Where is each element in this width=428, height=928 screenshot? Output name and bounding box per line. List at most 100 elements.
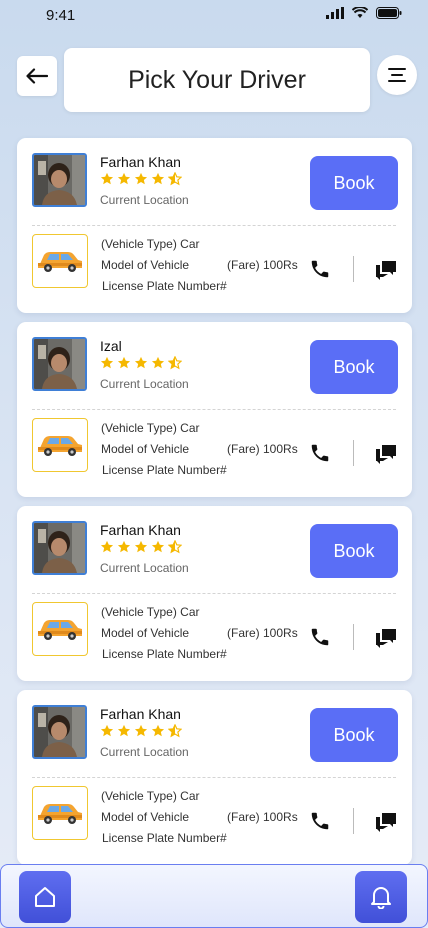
license-plate: License Plate Number# [102,279,227,293]
avatar-photo [34,523,85,573]
wifi-icon [352,7,368,18]
driver-avatar [32,705,87,759]
driver-location: Current Location [100,561,189,575]
vehicle-model: Model of Vehicle [101,810,190,824]
driver-list: Farhan Khan Current Location Book (Vehic… [17,138,412,874]
vehicle-image [32,418,88,472]
chat-button[interactable] [374,809,398,833]
driver-card: Farhan Khan Current Location Book (Vehic… [17,138,412,313]
star-icon [117,724,131,737]
vehicle-model: Model of Vehicle [101,442,190,456]
driver-name: Farhan Khan [100,154,181,170]
card-divider [32,777,396,778]
fare: (Fare) 100Rs [227,258,298,272]
driver-name: Izal [100,338,122,354]
chat-icon [376,813,396,832]
call-button[interactable] [309,810,331,832]
call-button[interactable] [309,626,331,648]
arrow-left-icon [26,68,48,84]
menu-button[interactable] [377,55,417,95]
page-title: Pick Your Driver [128,65,306,94]
notifications-button[interactable] [355,871,407,923]
rating-stars [100,172,182,186]
chat-button[interactable] [374,257,398,281]
driver-avatar [32,521,87,575]
chat-button[interactable] [374,625,398,649]
driver-card: Farhan Khan Current Location Book (Vehic… [17,690,412,865]
menu-icon [388,68,406,82]
phone-icon [311,260,329,278]
status-bar: 9:41 [0,0,428,30]
driver-card: Farhan Khan Current Location Book (Vehic… [17,506,412,681]
driver-location: Current Location [100,377,189,391]
car-icon [38,804,82,824]
star-icon [117,540,131,553]
avatar-photo [34,155,85,205]
rating-stars [100,356,182,370]
driver-location: Current Location [100,193,189,207]
chat-button[interactable] [374,441,398,465]
action-separator [353,256,354,282]
action-separator [353,440,354,466]
fare: (Fare) 100Rs [227,442,298,456]
vehicle-type: (Vehicle Type) Car [101,605,200,619]
star-icon [134,356,148,369]
avatar-photo [34,339,85,389]
avatar-photo [34,707,85,757]
vehicle-model: Model of Vehicle [101,258,190,272]
star-icon [134,540,148,553]
rating-stars [100,724,182,738]
half-star-icon [168,540,182,554]
driver-name: Farhan Khan [100,522,181,538]
vehicle-image [32,602,88,656]
status-time: 9:41 [46,7,76,24]
star-icon [100,540,114,553]
star-icon [117,356,131,369]
phone-icon [311,812,329,830]
fare: (Fare) 100Rs [227,810,298,824]
home-icon [35,887,55,907]
page-title-box: Pick Your Driver [64,48,370,112]
star-icon [151,724,165,737]
star-icon [151,172,165,185]
chat-icon [376,445,396,464]
fare: (Fare) 100Rs [227,626,298,640]
star-icon [100,172,114,185]
vehicle-image [32,234,88,288]
chat-icon [376,629,396,648]
license-plate: License Plate Number# [102,831,227,845]
book-button[interactable]: Book [310,156,398,210]
driver-card: Izal Current Location Book (Vehicle Type… [17,322,412,497]
driver-avatar [32,153,87,207]
half-star-icon [168,724,182,738]
license-plate: License Plate Number# [102,463,227,477]
bottom-nav [0,864,428,928]
star-icon [151,356,165,369]
half-star-icon [168,356,182,370]
license-plate: License Plate Number# [102,647,227,661]
call-button[interactable] [309,258,331,280]
call-button[interactable] [309,442,331,464]
driver-name: Farhan Khan [100,706,181,722]
driver-location: Current Location [100,745,189,759]
half-star-icon [168,172,182,186]
status-icons [326,7,402,19]
driver-avatar [32,337,87,391]
chat-icon [376,261,396,280]
back-button[interactable] [17,56,57,96]
vehicle-type: (Vehicle Type) Car [101,421,200,435]
home-button[interactable] [19,871,71,923]
car-icon [38,436,82,456]
card-divider [32,225,396,226]
book-button[interactable]: Book [310,708,398,762]
phone-icon [311,628,329,646]
bell-icon [371,887,391,909]
header: Pick Your Driver [0,48,428,112]
rating-stars [100,540,182,554]
car-icon [38,620,82,640]
car-icon [38,252,82,272]
book-button[interactable]: Book [310,340,398,394]
book-button[interactable]: Book [310,524,398,578]
star-icon [134,724,148,737]
vehicle-type: (Vehicle Type) Car [101,789,200,803]
